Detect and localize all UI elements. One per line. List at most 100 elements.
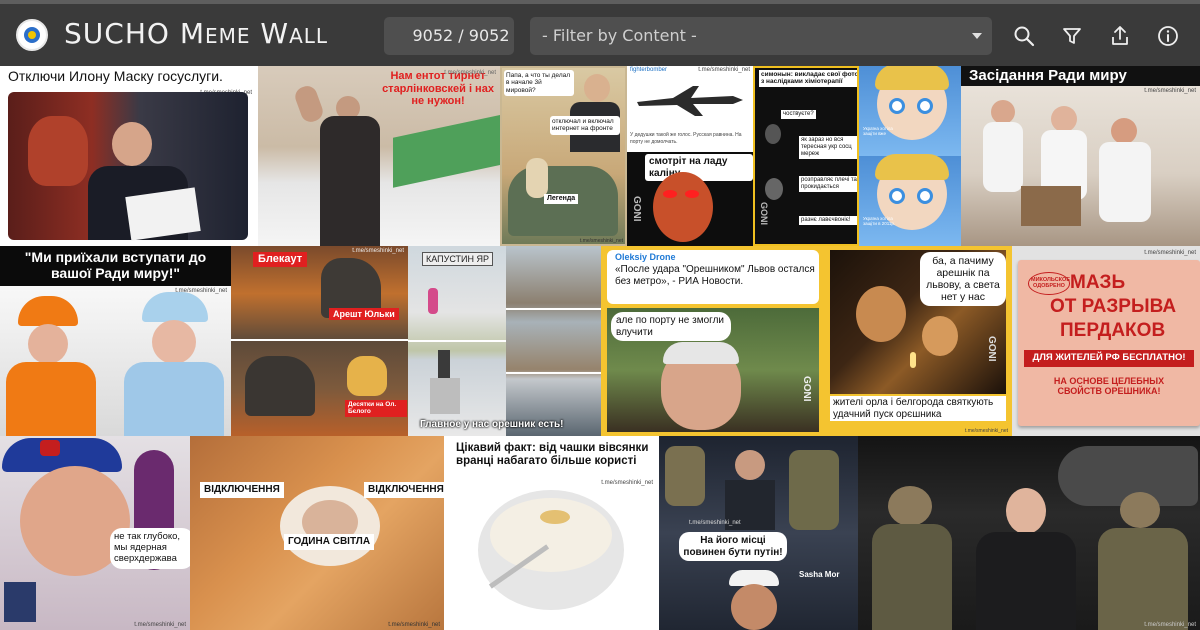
monster-2 <box>245 356 315 416</box>
funnel-icon <box>1063 28 1081 44</box>
figure <box>765 178 783 200</box>
meme-tile-4[interactable]: fighterbomber t.me/smeshinki_net У дедуш… <box>627 66 753 246</box>
jet-image <box>633 80 747 120</box>
road-sign: КАПУСТИН ЯР <box>422 252 493 267</box>
tile-caption: Отключи Илону Маску госуслуги. <box>8 68 223 84</box>
meme-tile-6[interactable]: Україна хотіла защіти вже Україна хотіла… <box>859 66 961 246</box>
soldier <box>789 450 839 530</box>
label-box-3: ГОДИНА СВІТЛА <box>284 534 375 550</box>
face <box>28 324 68 364</box>
search-button[interactable] <box>1012 24 1036 48</box>
comic-bubble-1: Папа, а что ты делал в начале 3й мировой… <box>504 70 574 97</box>
app-title: SUCHO Meme Wall <box>64 17 329 50</box>
tile-photo <box>8 92 248 241</box>
product-band: ДЛЯ ЖИТЕЛЕЙ РФ БЕСПЛАТНО! <box>1024 350 1194 367</box>
info-button[interactable] <box>1156 24 1180 48</box>
tile-watermark: t.me/smeshinki_net <box>444 70 496 76</box>
face <box>152 320 196 364</box>
product-title-1: МАЗЬ <box>1070 272 1126 293</box>
meme-tile-13[interactable]: t.me/smeshinki_net МИКОЛЬСКОЕ ОДОБРЕНО М… <box>1012 246 1200 436</box>
tile-caption: симонын: викладає свої фото з наслідками… <box>759 70 857 87</box>
meme-tile-9[interactable]: Блекаут t.me/smeshinki_net Арешт Юльки Д… <box>231 246 408 436</box>
meme-tile-3[interactable]: Папа, а что ты делал в начале 3й мировой… <box>500 66 627 246</box>
doll-eye <box>917 98 933 114</box>
meme-tile-1[interactable]: Отключи Илону Маску госуслуги. t.me/smes… <box>0 66 258 246</box>
meme-tile-5[interactable]: симонын: викладає свої фото з наслідками… <box>753 66 859 246</box>
tile-watermark: t.me/smeshinki_net <box>134 622 186 628</box>
text-box-2: як зараз но вся тересная укр сосц мереж <box>799 136 857 159</box>
soldier <box>665 446 705 506</box>
raised-hand <box>292 83 326 125</box>
doge <box>347 356 387 396</box>
figure <box>765 124 781 144</box>
meme-tile-10b[interactable] <box>506 246 601 436</box>
doll-hair-2 <box>875 154 949 180</box>
meme-tile-17[interactable]: t.me/smeshinki_net На його місці повинен… <box>659 436 858 630</box>
label-box-3: Десятки на Ол. Бєлого <box>345 400 407 417</box>
speech-bubble: не так глубоко, мы ядерная сверхдержава <box>110 528 190 569</box>
child <box>526 158 548 198</box>
label-box-1: Блекаут <box>253 252 308 267</box>
orange-suit <box>6 362 96 436</box>
chevron-down-icon <box>972 33 982 39</box>
meme-tile-8[interactable]: "Ми приїхали вступати до вашої Ради миру… <box>0 246 231 436</box>
meme-tile-18[interactable]: t.me/smeshinki_net <box>858 436 1200 630</box>
woman-coat <box>320 116 380 246</box>
helmet <box>888 486 932 526</box>
red-eye <box>663 190 677 198</box>
pedestal <box>430 378 460 414</box>
child-face <box>922 316 958 356</box>
divider <box>506 308 601 310</box>
stamp: МИКОЛЬСКОЕ ОДОБРЕНО <box>1028 272 1070 295</box>
tile-watermark: t.me/smeshinki_net <box>601 480 653 486</box>
meme-tile-7[interactable]: Засідання Ради миру t.me/smeshinki_net <box>961 66 1200 246</box>
tile-watermark: t.me/smeshinki_net <box>1144 250 1196 256</box>
brand-label: GONI <box>759 202 769 226</box>
tile-caption: Засідання Ради миру <box>969 67 1127 84</box>
face <box>584 74 610 102</box>
soldier <box>1098 528 1188 630</box>
meme-tile-15[interactable]: ВІДКЛЮЧЕННЯ ВІДКЛЮЧЕННЯ ГОДИНА СВІТЛА t.… <box>190 436 444 630</box>
tile-watermark: t.me/smeshinki_net <box>689 520 741 526</box>
brand-label: GONI <box>801 376 812 402</box>
logo-sun <box>28 31 36 39</box>
share-button[interactable] <box>1108 24 1132 48</box>
channel-name: fighterbomber <box>630 67 668 73</box>
statue <box>438 350 450 378</box>
oatmeal <box>490 498 612 572</box>
honey <box>540 510 570 524</box>
item-counter: 9052 / 9052 <box>384 17 514 55</box>
filter-button[interactable] <box>1060 24 1084 48</box>
product-title-2: ОТ РАЗРЫВА <box>1050 296 1177 317</box>
meme-tile-11[interactable]: Oleksiy Drone «После удара "Орешником" Л… <box>601 246 826 436</box>
product-title-3: ПЕРДАКОВ <box>1060 320 1166 341</box>
tile-watermark: t.me/smeshinki_net <box>388 622 440 628</box>
helmet <box>1120 492 1160 528</box>
tile-watermark: t.me/smeshinki_net <box>698 67 750 73</box>
comic-label: Легенда <box>544 194 579 205</box>
divider <box>408 340 506 342</box>
candle <box>910 352 916 368</box>
label-box-2: Арешт Юльки <box>329 308 399 321</box>
white-hair <box>663 342 739 364</box>
tile-caption: жителі орла і белгорода святкують удачни… <box>830 396 1006 421</box>
meme-tile-2[interactable]: Нам ентот тирнет старлінковскей і нах не… <box>258 66 500 246</box>
label-box-1: ВІДКЛЮЧЕННЯ <box>200 482 284 498</box>
meme-tile-16[interactable]: Цікавий факт: від чашки вівсянки вранці … <box>444 436 659 630</box>
text-box-4: разнє лавєчвоніє! <box>799 216 857 225</box>
face <box>1006 488 1046 534</box>
divider <box>506 372 601 374</box>
meme-tile-10[interactable]: КАПУСТИН ЯР <box>408 246 506 436</box>
person <box>428 288 438 314</box>
meme-tile-14[interactable]: не так глубоко, мы ядерная сверхдержава … <box>0 436 190 630</box>
doll-eye <box>889 98 905 114</box>
tile-caption: "Ми приїхали вступати до вашої Ради миру… <box>24 249 207 282</box>
top-bar: SUCHO Meme Wall 9052 / 9052 - Filter by … <box>0 0 1200 66</box>
meme-tile-12[interactable]: ба, а пачиму арешнік па львову, а света … <box>826 246 1012 436</box>
info-icon <box>1158 26 1178 46</box>
search-icon <box>1014 26 1035 47</box>
tile-small-text: Україна хотіла защіти вже <box>863 126 893 136</box>
content-filter-select[interactable]: - Filter by Content - <box>530 17 992 55</box>
comic-bubble-2: отключал и включал интернет на фронте <box>550 116 620 135</box>
doll-eye <box>889 188 905 204</box>
